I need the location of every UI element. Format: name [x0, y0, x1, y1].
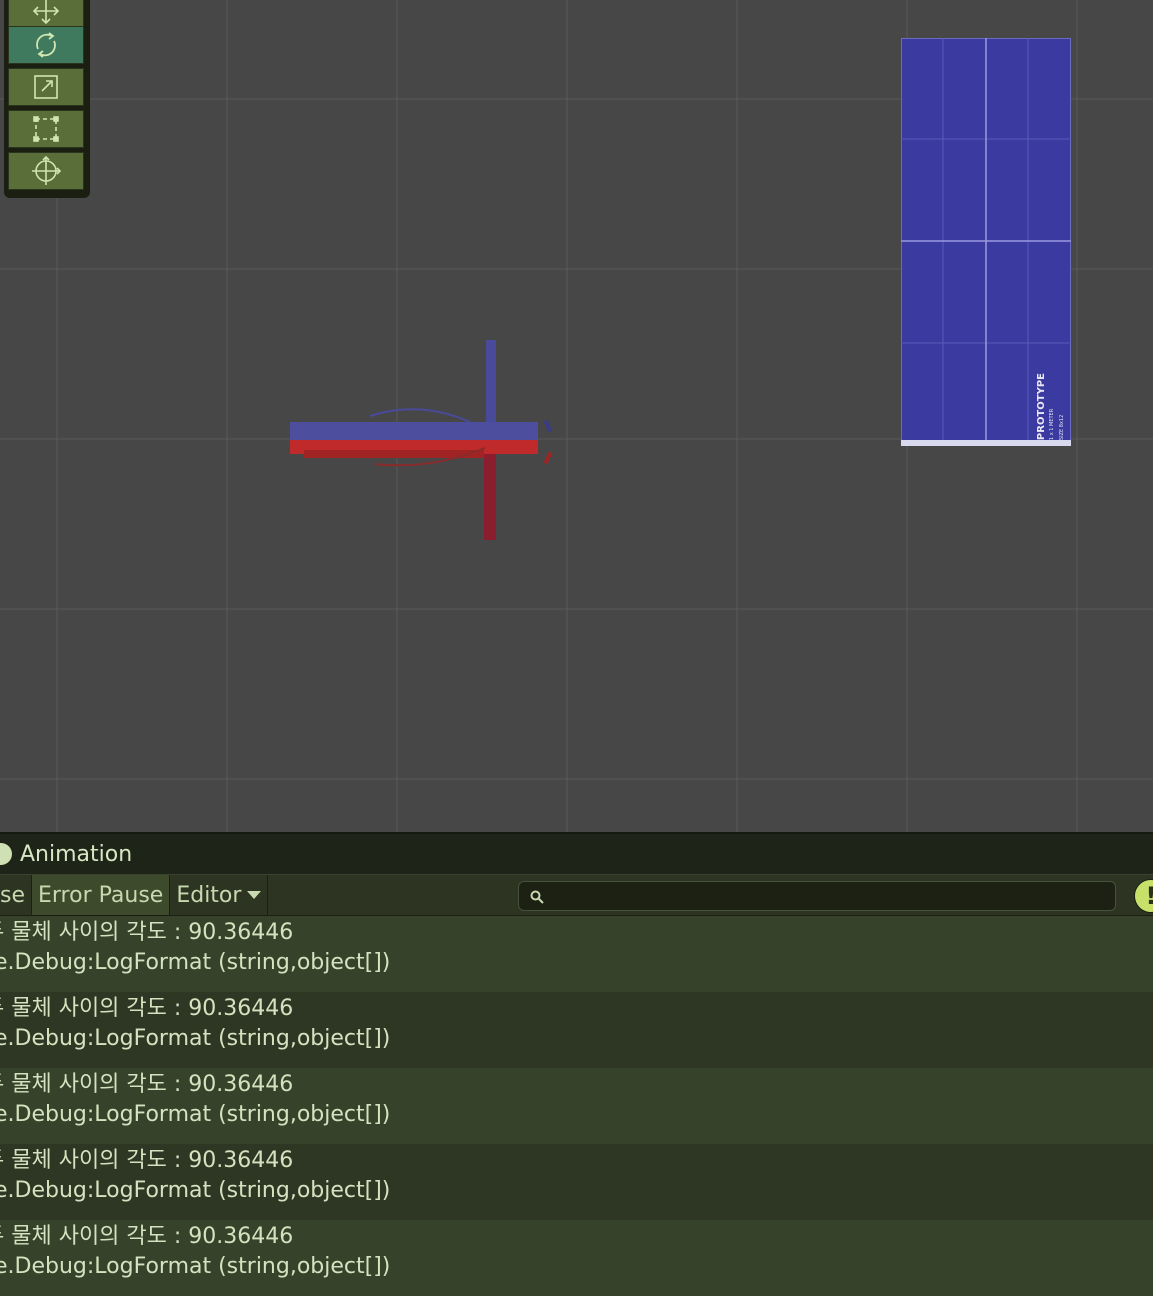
rotate-arrows-icon	[36, 32, 56, 58]
prototype-sub2: SIZE 8x12	[1059, 414, 1065, 440]
log-trace: e.Debug:LogFormat (string,object[])	[0, 1178, 391, 1203]
log-entry[interactable]: 두 물체 사이의 각도 : 90.36446 e.Debug:LogFormat…	[0, 1144, 1153, 1220]
editor-dropdown[interactable]: Editor	[170, 875, 269, 915]
log-entry[interactable]: 두 물체 사이의 각도 : 90.36446 e.Debug:LogFormat…	[0, 992, 1153, 1068]
move-arrows-icon	[32, 0, 60, 25]
rect-tool-button[interactable]	[8, 110, 84, 148]
rotate-tool-button[interactable]	[8, 26, 84, 64]
selected-model[interactable]	[280, 330, 570, 550]
log-trace: e.Debug:LogFormat (string,object[])	[0, 950, 391, 975]
log-trace: e.Debug:LogFormat (string,object[])	[0, 1102, 391, 1127]
animation-tab[interactable]: Animation	[20, 842, 132, 867]
search-input[interactable]	[555, 882, 1109, 912]
scale-box-icon	[34, 75, 58, 99]
console-panel: Animation se Error Pause Editor ! 두 물체 사…	[0, 832, 1153, 1296]
prototype-sub1: 1 x 1 METER	[1049, 408, 1055, 440]
log-message: 두 물체 사이의 각도 : 90.36446	[0, 1148, 294, 1173]
log-entry[interactable]: 두 물체 사이의 각도 : 90.36446 e.Debug:LogFormat…	[0, 916, 1153, 992]
error-pause-label: Error Pause	[38, 882, 164, 908]
scale-tool-button[interactable]	[8, 68, 84, 106]
log-entry[interactable]: 두 물체 사이의 각도 : 90.36446 e.Debug:LogFormat…	[0, 1220, 1153, 1296]
prototype-label-text: PROTOTYPE	[1036, 372, 1047, 440]
console-search[interactable]	[518, 881, 1116, 912]
prototype-label: PROTOTYPE 1 x 1 METER SIZE 8x12	[1036, 372, 1067, 440]
clear-on-play-label: se	[0, 882, 25, 908]
model-top-curve	[369, 408, 471, 423]
console-toolbar: se Error Pause Editor !	[0, 874, 1153, 917]
console-tab-bar: Animation	[0, 834, 1153, 874]
transform-tool-button[interactable]	[8, 152, 84, 190]
animation-tab-icon	[0, 843, 12, 865]
log-message: 두 물체 사이의 각도 : 90.36446	[0, 996, 294, 1021]
log-entry[interactable]: 두 물체 사이의 각도 : 90.36446 e.Debug:LogFormat…	[0, 1068, 1153, 1144]
log-message: 두 물체 사이의 각도 : 90.36446	[0, 920, 294, 945]
clear-on-play-button[interactable]: se	[0, 875, 32, 915]
model-red-tip	[543, 451, 553, 465]
chevron-down-icon	[247, 891, 262, 899]
log-message: 두 물체 사이의 각도 : 90.36446	[0, 1224, 294, 1249]
error-pause-button[interactable]: Error Pause	[32, 875, 171, 915]
editor-dropdown-label: Editor	[176, 882, 242, 908]
log-trace: e.Debug:LogFormat (string,object[])	[0, 1026, 391, 1051]
warning-toggle-icon[interactable]: !	[1134, 879, 1153, 913]
log-trace: e.Debug:LogFormat (string,object[])	[0, 1254, 391, 1279]
transform-gizmo-icon	[32, 155, 62, 185]
model-top-body	[290, 422, 538, 440]
model-down-axis	[484, 440, 496, 540]
prototype-panel[interactable]: PROTOTYPE 1 x 1 METER SIZE 8x12	[900, 37, 1072, 447]
transform-toolbar	[4, 0, 90, 198]
log-message: 두 물체 사이의 각도 : 90.36446	[0, 1072, 294, 1097]
log-list[interactable]: 두 물체 사이의 각도 : 90.36446 e.Debug:LogFormat…	[0, 916, 1153, 1296]
scene-view[interactable]: PROTOTYPE 1 x 1 METER SIZE 8x12	[0, 0, 1153, 832]
rect-transform-icon	[33, 116, 59, 142]
model-blue-tip	[543, 419, 553, 433]
search-icon	[530, 890, 544, 904]
